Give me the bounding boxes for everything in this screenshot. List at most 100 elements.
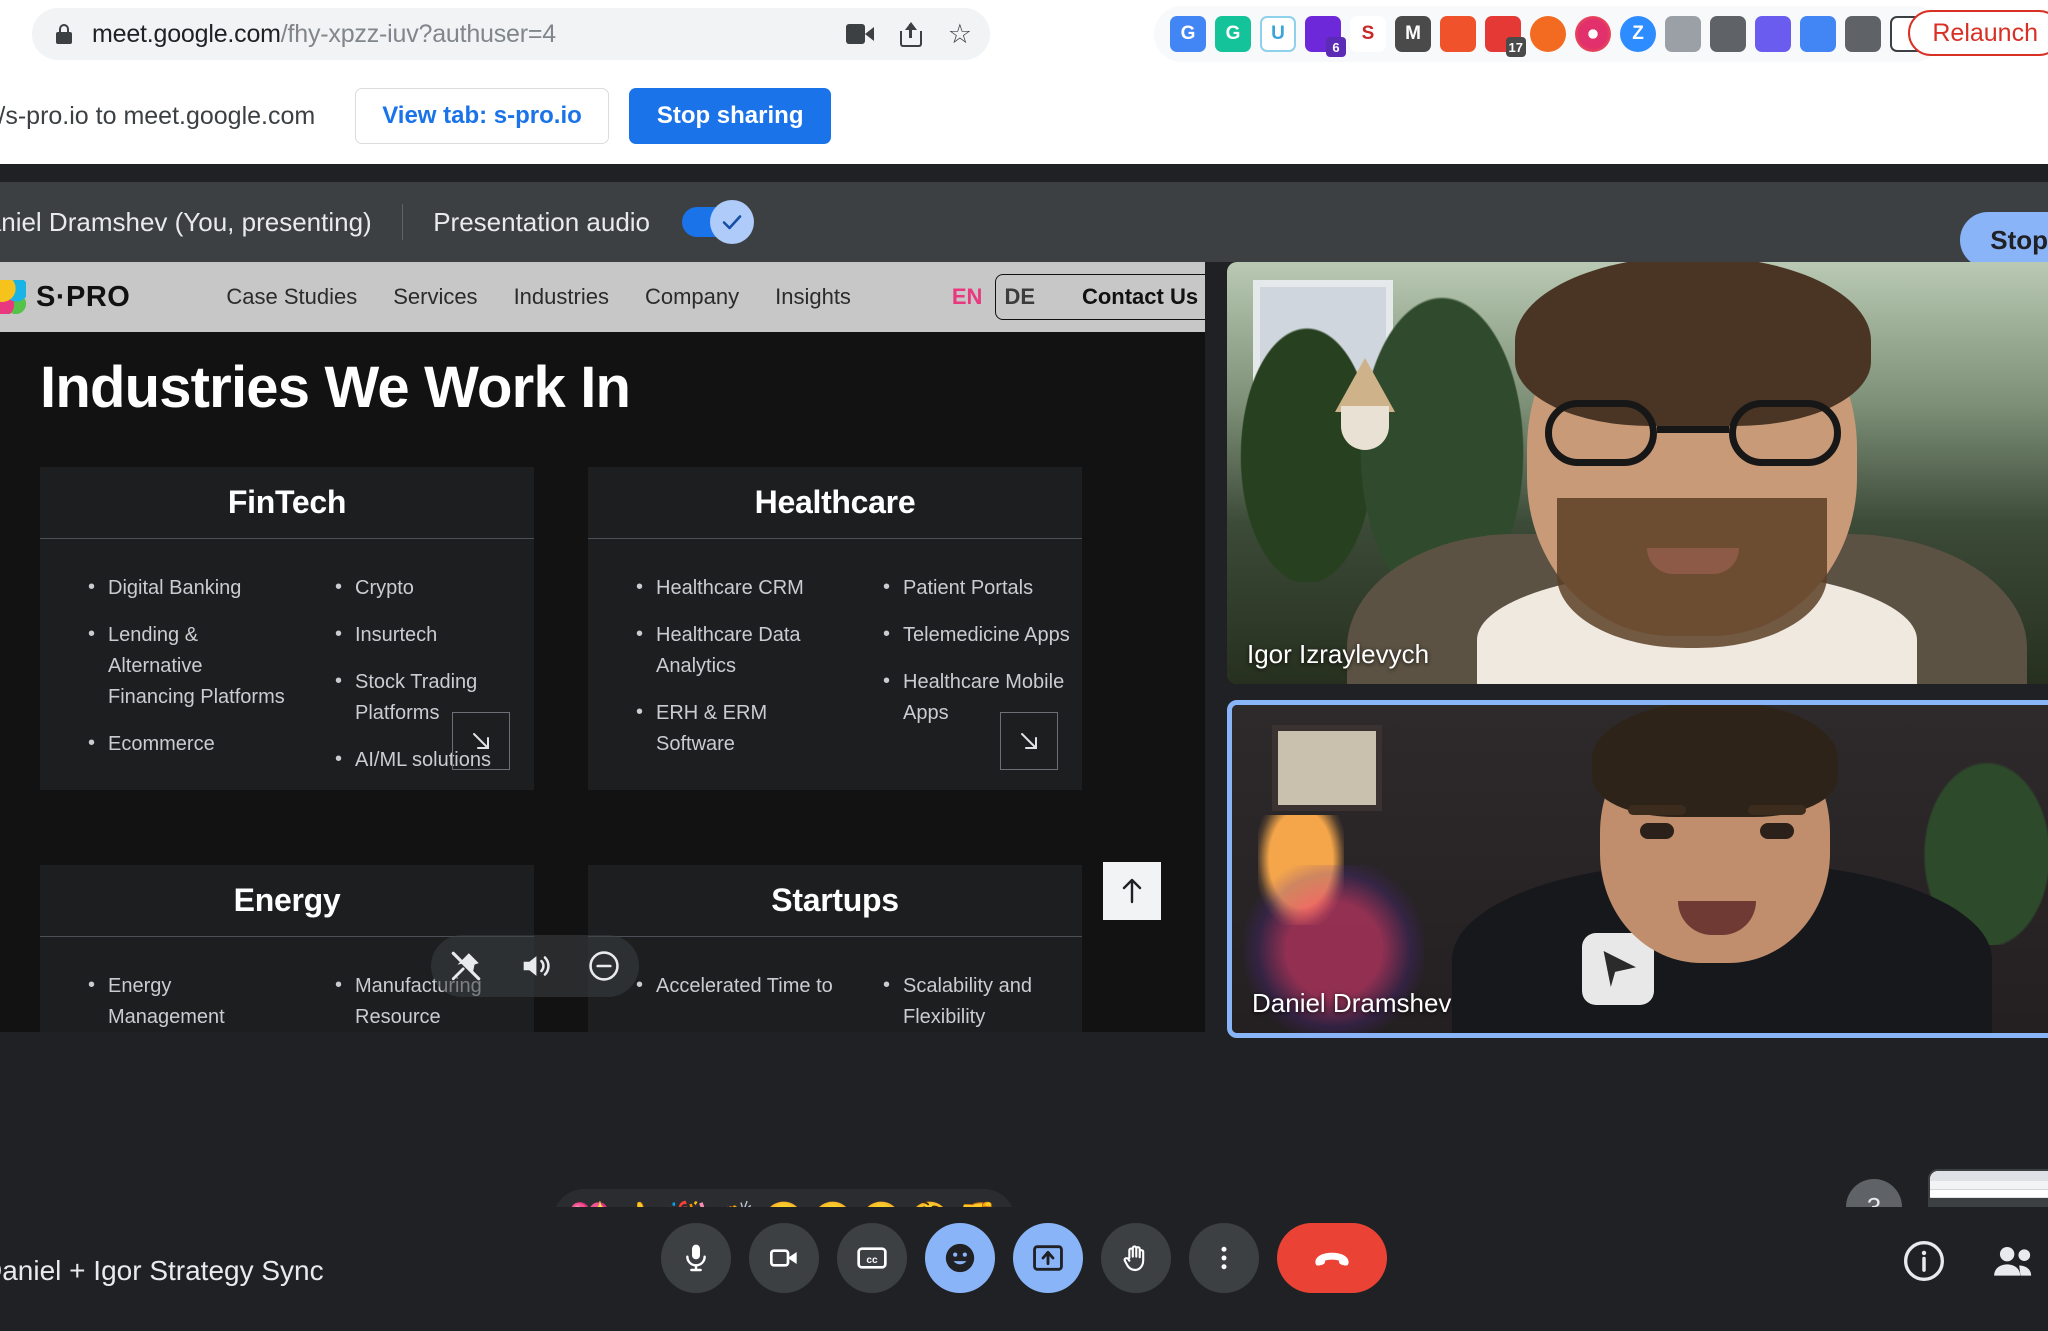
volume-icon[interactable] [513,944,557,988]
grammarly-extension[interactable]: G [1215,16,1251,52]
hair [1592,705,1838,817]
card-header: Healthcare [588,467,1082,539]
arrow-down-right-icon[interactable] [452,712,510,770]
spro-logo-text: S·PRO [36,280,131,313]
industry-card-startups[interactable]: Startups Accelerated Time to Scalability… [588,865,1082,1032]
card-column-left: Healthcare CRM Healthcare Data Analytics… [588,572,835,776]
nav-item-industries[interactable]: Industries [514,284,609,310]
delete-cache-extension[interactable] [1710,16,1746,52]
card-header: Energy [40,865,534,937]
instagram-extension[interactable] [1575,16,1611,52]
loom-extension[interactable]: 6 [1305,16,1346,57]
sharing-message: s://s-pro.io to meet.google.com [0,101,316,130]
thumb-urlbar [1930,1181,2048,1190]
arrow-up-icon [1122,878,1142,904]
spro-nav-menu: Case Studies Services Industries Company… [226,284,851,310]
eyebrow-left [1628,805,1686,815]
stop-presenting-button[interactable]: Stop [1960,212,2048,268]
list-item: Ecommerce [88,728,287,760]
eye-right [1760,823,1794,839]
dashlane-extension[interactable]: U [1260,16,1296,52]
nav-item-case-studies[interactable]: Case Studies [226,284,357,310]
divider [401,204,404,240]
camera-button[interactable] [749,1223,819,1293]
closed-captions-icon: cc [857,1247,887,1269]
eye-left [1640,823,1674,839]
card-column-left: Energy Management [40,970,287,1032]
camera-icon[interactable] [845,24,874,44]
pin-off-icon[interactable] [444,944,488,988]
extensions-puzzle-icon[interactable] [1845,16,1881,52]
stop-sharing-button[interactable]: Stop sharing [628,88,832,144]
arrow-down-right-icon[interactable] [1000,712,1058,770]
semrush-extension[interactable] [1530,16,1566,52]
card-header: Startups [588,865,1082,937]
seo-extension[interactable]: S [1350,16,1386,52]
participant-name-daniel: Daniel Dramshev [1252,988,1452,1018]
snowflake-extension[interactable] [1755,16,1791,52]
google-translate-extension[interactable]: G [1170,16,1206,52]
url-text: meet.google.com/fhy-xpzz-iuv?authuser=4 [92,20,556,49]
url-path: /fhy-xpzz-iuv?authuser=4 [280,19,556,48]
diamond-extension[interactable] [1665,16,1701,52]
media-controls-overlay[interactable] [431,935,639,997]
omnibox-actions: ☆ [845,8,972,60]
page-title: Industries We Work In [40,355,631,420]
screen-sharing-bar: s://s-pro.io to meet.google.com View tab… [0,68,2048,164]
industry-card-healthcare[interactable]: Healthcare Healthcare CRM Healthcare Dat… [588,467,1082,790]
translate-card-extension[interactable] [1800,16,1836,52]
minus-circle-icon[interactable] [582,944,626,988]
spro-site-nav: S·PRO Case Studies Services Industries C… [0,262,1205,332]
presentation-audio-toggle[interactable] [682,200,755,244]
mouth [1647,548,1739,574]
list-item: Crypto [335,572,534,604]
view-tab-button[interactable]: View tab: s-pro.io [355,88,609,144]
presenter-name: Daniel Dramshev (You, presenting) [0,206,372,237]
scroll-to-top-button[interactable] [1103,862,1161,920]
people-icon [1994,1246,2032,1276]
lang-en[interactable]: EN [952,284,983,310]
present-button[interactable] [1013,1223,1083,1293]
contact-us-button[interactable]: Contact Us [995,274,1205,320]
shared-screen-content[interactable]: S·PRO Case Studies Services Industries C… [0,262,1205,1032]
list-item: Insurtech [335,619,534,651]
presentation-audio-label: Presentation audio [433,206,651,237]
picture-frame-decor [1272,725,1382,811]
more-options-button[interactable] [1189,1223,1259,1293]
lighthouse-extension[interactable] [1440,16,1476,52]
card-title: Healthcare [754,484,916,520]
thumb-tabstrip [1930,1171,2048,1181]
medium-extension[interactable]: M [1395,16,1431,52]
microphone-button[interactable] [661,1223,731,1293]
spro-logo[interactable]: S·PRO [0,280,130,314]
google-meet-app: Daniel Dramshev (You, presenting) Presen… [0,164,2048,1331]
raise-hand-button[interactable] [1101,1223,1171,1293]
industry-card-fintech[interactable]: FinTech Digital Banking Lending & Altern… [40,467,534,790]
presentation-status-bar: Daniel Dramshev (You, presenting) Presen… [0,182,2048,268]
extensions-tray: G G U 6 S M 17 Z [1154,6,1942,62]
calendar-extension[interactable]: 17 [1485,16,1526,57]
nav-item-company[interactable]: Company [645,284,739,310]
address-bar[interactable]: meet.google.com/fhy-xpzz-iuv?authuser=4 … [32,8,990,60]
meeting-details-button[interactable] [1896,1233,1952,1289]
participant-tile-daniel[interactable]: Daniel Dramshev [1227,700,2048,1038]
zoom-extension[interactable]: Z [1620,16,1656,52]
meet-top-gap [0,164,2048,182]
share-icon[interactable] [899,21,922,47]
star-icon[interactable]: ☆ [948,20,972,48]
list-item: Scalability and Flexibility [883,970,1082,1032]
call-controls: cc [661,1223,1387,1293]
people-button[interactable] [1986,1233,2042,1289]
hangup-phone-icon [1315,1252,1349,1266]
participant-tile-igor[interactable]: Igor Izraylevych [1227,262,2048,684]
relaunch-button[interactable]: Relaunch [1908,10,2048,56]
nav-item-insights[interactable]: Insights [775,284,851,310]
reactions-button[interactable] [925,1223,995,1293]
participant-name-igor: Igor Izraylevych [1247,639,1430,669]
card-header: FinTech [40,467,534,539]
nav-item-services[interactable]: Services [393,284,477,310]
card-title: Startups [771,882,899,918]
leave-call-button[interactable] [1277,1223,1387,1293]
card-column-right: Scalability and Flexibility [835,970,1082,1032]
captions-button[interactable]: cc [837,1223,907,1293]
